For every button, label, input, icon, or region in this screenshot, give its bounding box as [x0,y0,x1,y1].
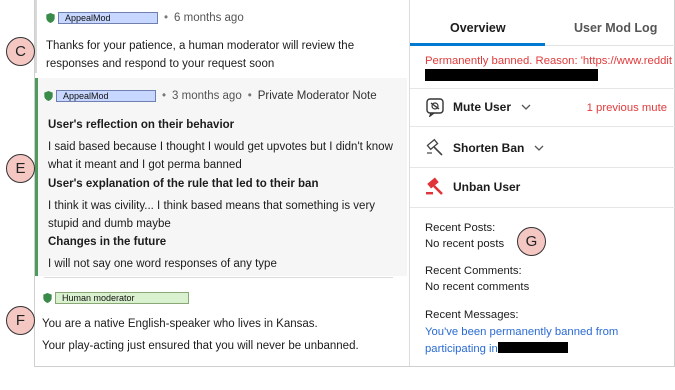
section-text: I think it was civility... I think based… [48,200,376,230]
note-label: Private Moderator Note [257,90,377,102]
active-tab-indicator [410,43,545,46]
recent-comments-value: No recent comments [425,281,530,293]
tab-bar: Overview User Mod Log [410,0,675,46]
author-badge[interactable]: Human moderator [55,292,189,304]
mute-user-label: Mute User [453,100,512,114]
marker-g: G [517,227,546,256]
message-line: You are a native English-speaker who liv… [42,318,318,330]
marker-f: F [6,306,35,335]
marker-e: E [6,154,35,183]
message-meta: Human moderator [43,292,189,304]
screenshot-frame: AppealMod • 6 months ago Thanks for your… [0,0,675,390]
message-body: Thanks for your patience, a human modera… [46,40,355,70]
message-f: Human moderator You are a native English… [35,285,407,365]
tab-user-mod-log[interactable]: User Mod Log [574,21,657,35]
redaction-bar [498,342,568,353]
shorten-ban-button[interactable]: Shorten Ban [425,138,544,158]
shorten-ban-label: Shorten Ban [453,141,525,155]
unban-user-button[interactable]: Unban User [425,177,520,197]
redaction-bar [425,69,598,81]
recent-messages-label: Recent Messages: [425,309,519,321]
separator-dot: • [162,90,167,102]
user-info-panel: Overview User Mod Log Permanently banned… [409,0,675,366]
shield-icon [43,293,52,303]
marker-c: C [6,37,35,66]
ban-reason: Permanently banned. Reason: 'https://www… [425,55,673,67]
separator-dot: • [164,12,169,24]
divider [410,126,675,127]
section-heading: User's reflection on their behavior [48,119,235,131]
message-meta: AppealMod • 6 months ago [46,12,244,24]
separator-dot: • [247,90,252,102]
shield-icon [46,13,55,23]
recent-posts-label: Recent Posts: [425,222,496,234]
mute-user-button[interactable]: Mute User [425,97,531,117]
message-time: 3 months ago [172,90,242,102]
message-line: Your play-acting just ensured that you w… [42,340,359,352]
author-badge[interactable]: AppealMod [56,90,156,102]
author-badge[interactable]: AppealMod [58,12,158,24]
divider [410,167,675,168]
gavel-icon [425,177,445,197]
section-text: I said based because I thought I would g… [48,141,393,171]
section-text: I will not say one word responses of any… [48,258,277,270]
recent-posts-value: No recent posts [425,238,505,250]
unban-user-label: Unban User [453,180,521,194]
conversation-panel: AppealMod • 6 months ago Thanks for your… [35,0,407,366]
shield-icon [44,91,53,101]
message-e-moderator-note: AppealMod • 3 months ago • Private Moder… [35,78,407,278]
section-heading: Changes in the future [48,236,167,248]
recent-comments-label: Recent Comments: [425,265,522,277]
mute-icon [425,97,445,117]
chevron-down-icon[interactable] [534,143,544,153]
previous-mute-count[interactable]: 1 previous mute [587,102,667,114]
message-meta: AppealMod • 3 months ago • Private Moder… [44,90,377,102]
chevron-down-icon[interactable] [521,102,531,112]
message-c: AppealMod • 6 months ago Thanks for your… [35,0,407,73]
divider [410,88,675,89]
divider [44,277,393,278]
divider [410,207,675,208]
message-time: 6 months ago [174,12,244,24]
section-heading: User's explanation of the rule that led … [48,178,319,190]
hammer-icon [425,138,445,158]
tab-overview[interactable]: Overview [450,21,506,35]
